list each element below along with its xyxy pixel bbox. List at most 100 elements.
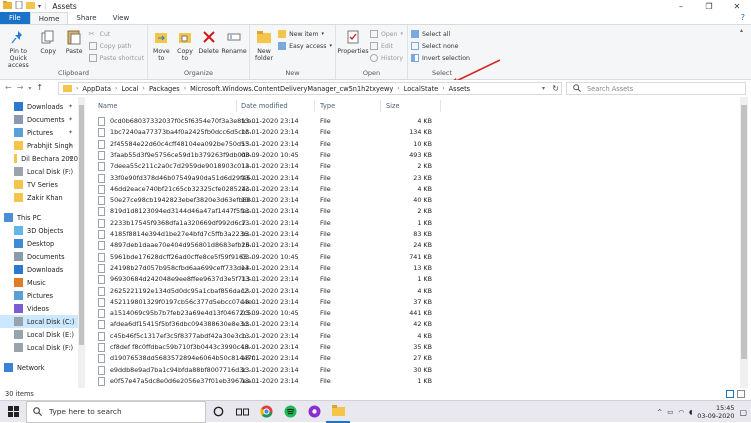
file-row[interactable]: 5961bde17628dcff26ad0cffe8ce5f59f9163...… [98,252,432,263]
nav-item[interactable]: Local Disk (F:) [0,341,78,354]
nav-scrollbar-thumb[interactable] [79,105,84,345]
up-icon[interactable]: ↑ [36,83,43,95]
new-item-button[interactable]: New item ▾ [278,29,332,39]
file-row[interactable]: 819d1d8123094ed3144d46a47af1447f5fec... 1… [98,206,432,217]
clock[interactable]: 15:45 03-09-2020 [697,404,734,420]
nav-item[interactable]: Local Disk (F:) [0,165,78,178]
column-divider[interactable] [236,100,237,112]
nav-item[interactable]: Prabhjit Singh ✦ [0,139,78,152]
breadcrumb-appdata[interactable]: AppData [82,85,111,93]
nav-item[interactable]: Dil Bechara 2020 ✦ [0,152,78,165]
edit-button[interactable]: Edit [370,41,403,51]
copy-button[interactable]: Copy [37,28,60,55]
move-to-button[interactable]: Move to [151,28,172,62]
file-explorer-icon[interactable] [326,401,350,423]
easy-access-button[interactable]: Easy access ▾ [278,41,332,51]
nav-item[interactable]: TV Series [0,178,78,191]
open-button[interactable]: Open ▾ [370,29,403,39]
file-row[interactable]: 2f45584e22d60c4cff48104ea092be750d55... 1… [98,139,432,150]
column-divider[interactable] [314,100,315,112]
file-row[interactable]: e0f57e47a5dc8e0d6e2056e37f01eb3967ea... 1… [98,376,432,387]
file-row[interactable]: 50e27ce98cb1942823ebef3820e3d63efb88... 1… [98,195,432,206]
paste-button[interactable]: Paste [63,28,86,55]
paste-shortcut-button[interactable]: Paste shortcut [88,53,144,63]
file-row[interactable]: 24198b27d057b958cfbd6aa699ceff733de4... 1… [98,263,432,274]
file-row[interactable]: 452119801329f0197cb56c377d5ebcc07e4e... 1… [98,297,432,308]
nav-item[interactable]: Zakir Khan [0,191,78,204]
properties-icon[interactable] [15,0,23,11]
tab-view[interactable]: View [105,12,138,24]
file-row[interactable]: 3faab55d3f9e5756ce59d1b379263f9db0d0... 0… [98,150,432,161]
taskbar-search-input[interactable]: Type here to search [49,407,122,416]
history-button[interactable]: History [370,53,403,63]
task-view-icon[interactable] [230,401,254,423]
delete-button[interactable]: Delete [198,28,219,55]
breadcrumb-assets[interactable]: Assets [449,85,470,93]
file-row[interactable]: cf8def f8c0ffdbac59b710f3b0443c3990c48..… [98,342,432,353]
maximize-icon[interactable]: ❐ [695,0,723,12]
breadcrumb-packages[interactable]: Packages [149,85,180,93]
rename-button[interactable]: Rename [221,28,247,55]
pin-quick-access-button[interactable]: Pin to Quick access [3,28,34,69]
tab-home[interactable]: Home [29,12,69,24]
large-icons-view-icon[interactable] [737,390,745,398]
notifications-icon[interactable]: ▢ [739,408,747,417]
recent-locations-icon[interactable]: ▾ [28,83,31,95]
file-row[interactable]: 1bc7240aa77373ba4f0a2425fb0dcc6d5cbf... 1… [98,127,432,138]
volume-icon[interactable]: ◖ [689,408,692,416]
select-all-button[interactable]: Select all [411,29,470,39]
search-box[interactable]: Search Assets [566,82,746,95]
chrome-icon[interactable] [254,401,278,423]
file-row[interactable]: a1514069c95b7b7feb23a69e4d13f04672c5... 0… [98,308,432,319]
file-row[interactable]: 2625221192e134d5d0dc95a1cbaf856dac2... 13… [98,286,432,297]
properties-button[interactable]: Properties [337,28,369,55]
new-folder-button[interactable]: New folder [253,28,275,62]
file-row[interactable]: d19076538dd5683572894e6064b50c81447f... 1… [98,353,432,364]
file-row[interactable]: afdea6df15415f5bf36dbc094388630e8e3d... 1… [98,319,432,330]
address-bar[interactable]: › AppData › Local › Packages › Microsoft… [58,82,562,95]
column-divider[interactable] [440,100,441,112]
file-row[interactable]: 46dd2eace740bf21c65cb32325cfe028524c... 1… [98,184,432,195]
nav-item[interactable]: Pictures [0,289,78,302]
minimize-icon[interactable]: – [667,0,695,12]
close-icon[interactable]: ✕ [723,0,751,12]
nav-item[interactable]: This PC [0,211,78,224]
battery-icon[interactable]: ▭ [667,408,673,416]
nav-item[interactable]: Documents [0,250,78,263]
file-row[interactable]: 7deea55c211c2a0c7d2959de9018903c01a... 13… [98,161,432,172]
column-header-name[interactable]: Name [98,100,117,112]
column-header-size[interactable]: Size [386,100,400,112]
nav-item[interactable]: Music [0,276,78,289]
copy-to-button[interactable]: Copy to [175,28,196,62]
column-header-type[interactable]: Type [320,100,335,112]
tab-file[interactable]: File [0,12,30,24]
search-input[interactable]: Search Assets [587,85,633,93]
file-row[interactable]: c45b46f5c1317ef3c5f8377abdf42a30e3cb... 1… [98,331,432,342]
details-view-icon[interactable] [726,390,734,398]
nav-item[interactable]: Network [0,361,78,374]
nav-item[interactable]: Desktop [0,237,78,250]
refresh-icon[interactable]: ↻ [552,84,559,93]
nav-item[interactable]: Videos [0,302,78,315]
start-button[interactable] [0,401,26,423]
back-icon[interactable]: ← [5,83,12,95]
tab-share[interactable]: Share [68,12,104,24]
breadcrumb-localstate[interactable]: LocalState [404,85,439,93]
help-icon[interactable]: ? [741,13,745,22]
nav-item[interactable]: Documents ✦ [0,113,78,126]
nav-item[interactable]: Local Disk (E:) [0,328,78,341]
cut-button[interactable]: ✂ Cut [89,29,144,39]
file-row[interactable]: 4897deb1daae70e404d956801d8683efb26... 13… [98,240,432,251]
nav-item[interactable]: Downloads [0,263,78,276]
file-row[interactable]: 33f0e90fd378d46b07549a90da51d6d29f46... 1… [98,173,432,184]
nav-item[interactable]: 3D Objects [0,224,78,237]
taskbar-search-box[interactable]: Type here to search [26,400,206,423]
new-folder-icon[interactable] [26,1,35,11]
column-divider[interactable] [380,100,381,112]
file-list-scrollbar-thumb[interactable] [741,105,747,359]
file-list-scrollbar[interactable] [740,97,748,388]
file-row[interactable]: 0cd0b68037332037f0c5f6354e70f3a3e8fcb...… [98,116,432,127]
breadcrumb-local[interactable]: Local [121,85,138,93]
chevron-down-icon[interactable]: ▾ [542,85,545,92]
nav-item[interactable]: Pictures ✦ [0,126,78,139]
